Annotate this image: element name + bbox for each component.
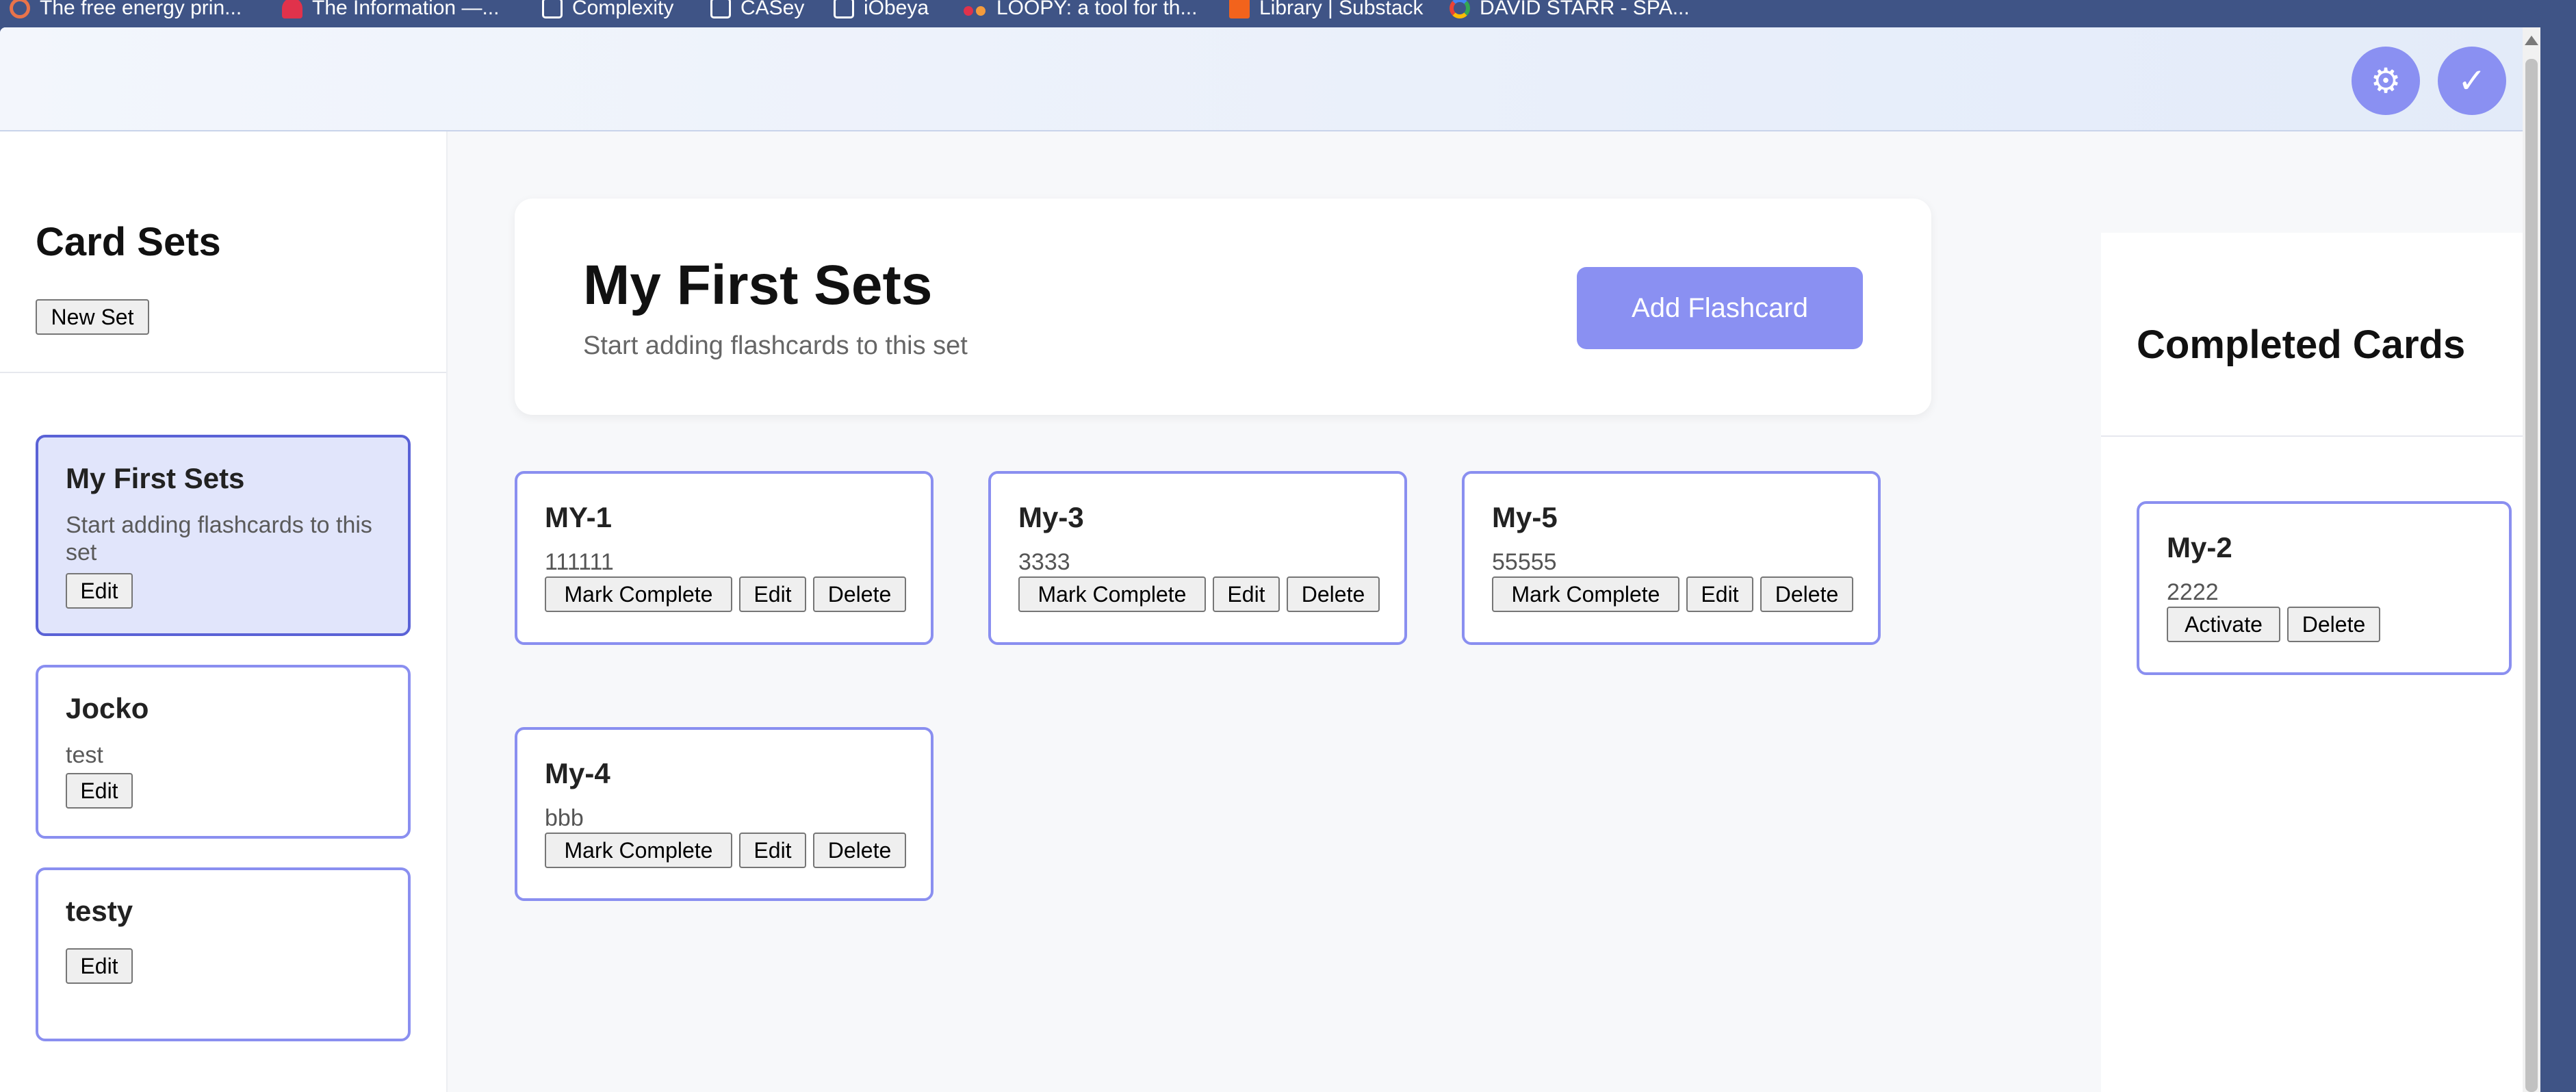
divider — [0, 372, 446, 373]
flashcard-body: 111111 — [545, 549, 614, 575]
folder-icon — [834, 0, 854, 18]
browser-edge — [2540, 0, 2576, 1092]
new-set-button[interactable]: New Set — [36, 299, 149, 335]
gear-icon: ⚙ — [2370, 62, 2401, 100]
set-description: test — [66, 742, 103, 768]
loopy-icon — [964, 0, 987, 18]
complete-view-button[interactable]: ✓ — [2438, 47, 2506, 115]
set-name: Jocko — [66, 692, 149, 724]
bookmarks-bar: The free energy prin... The Information … — [0, 0, 2576, 26]
edit-set-button[interactable]: Edit — [66, 573, 133, 609]
bookmark-label: iObeya — [864, 0, 929, 19]
app-window: ⚙ ✓ Card Sets New Set My First Sets Star… — [0, 27, 2523, 1092]
add-flashcard-button[interactable]: Add Flashcard — [1577, 267, 1863, 349]
flashcard-title: My-3 — [1018, 501, 1084, 533]
bookmark-label: Complexity — [572, 0, 674, 19]
scroll-up-icon[interactable] — [2525, 36, 2538, 45]
circle-icon — [10, 0, 30, 18]
set-item-my-first-sets[interactable]: My First Sets Start adding flashcards to… — [36, 435, 411, 636]
bookmark-label: CASey — [740, 0, 805, 19]
delete-button[interactable]: Delete — [813, 576, 906, 612]
page-title: My First Sets — [583, 254, 933, 316]
person-icon — [282, 0, 302, 18]
completed-panel: Completed Cards My-2 2222 Activate Delet… — [2101, 233, 2523, 1092]
set-description: Start adding flashcards to this set — [583, 331, 968, 360]
set-description: Start adding flashcards to this set — [66, 512, 372, 566]
bookmark-loopy[interactable]: LOOPY: a tool for th... — [964, 0, 1197, 22]
bookmark-icon — [1229, 0, 1250, 18]
bookmark-library-substack[interactable]: Library | Substack — [1229, 0, 1424, 22]
bookmark-free-energy[interactable]: The free energy prin... — [10, 0, 242, 22]
edit-button[interactable]: Edit — [739, 576, 806, 612]
edit-button[interactable]: Edit — [739, 833, 806, 868]
delete-button[interactable]: Delete — [1287, 576, 1380, 612]
sidebar-title: Card Sets — [36, 220, 221, 264]
google-icon — [1450, 0, 1470, 18]
flashcard-body: 2222 — [2167, 579, 2219, 605]
completed-card: My-2 2222 Activate Delete — [2137, 501, 2512, 675]
folder-icon — [542, 0, 563, 18]
set-item-jocko[interactable]: Jocko test Edit — [36, 665, 411, 839]
flashcard: MY-1 111111 Mark Complete Edit Delete — [515, 471, 933, 645]
top-bar: ⚙ ✓ — [0, 27, 2523, 131]
flashcard-title: My-5 — [1492, 501, 1558, 533]
page-scrollbar[interactable] — [2523, 27, 2540, 1092]
bookmark-label: The free energy prin... — [40, 0, 242, 19]
scrollbar-thumb[interactable] — [2525, 59, 2538, 1092]
delete-button[interactable]: Delete — [2287, 607, 2380, 642]
settings-button[interactable]: ⚙ — [2352, 47, 2420, 115]
divider — [2101, 435, 2523, 437]
flashcard-title: My-4 — [545, 757, 610, 789]
flashcard: My-4 bbb Mark Complete Edit Delete — [515, 727, 933, 901]
completed-title: Completed Cards — [2137, 322, 2466, 367]
bookmark-david-starr[interactable]: DAVID STARR - SPA... — [1450, 0, 1690, 22]
set-name: testy — [66, 895, 133, 927]
mark-complete-button[interactable]: Mark Complete — [1492, 576, 1679, 612]
mark-complete-button[interactable]: Mark Complete — [545, 833, 732, 868]
flashcard-title: My-2 — [2167, 531, 2232, 563]
set-header-card: My First Sets Start adding flashcards to… — [515, 199, 1931, 415]
flashcard-body: 55555 — [1492, 549, 1557, 575]
delete-button[interactable]: Delete — [1760, 576, 1853, 612]
bookmark-label: LOOPY: a tool for th... — [996, 0, 1198, 19]
bookmark-complexity[interactable]: Complexity — [542, 0, 673, 22]
bookmark-the-information[interactable]: The Information —... — [282, 0, 499, 22]
bookmark-casey[interactable]: CASey — [710, 0, 804, 22]
set-item-testy[interactable]: testy Edit — [36, 867, 411, 1041]
mark-complete-button[interactable]: Mark Complete — [1018, 576, 1206, 612]
mark-complete-button[interactable]: Mark Complete — [545, 576, 732, 612]
edit-set-button[interactable]: Edit — [66, 773, 133, 809]
bookmark-iobeya[interactable]: iObeya — [834, 0, 929, 22]
flashcard-body: 3333 — [1018, 549, 1070, 575]
edit-set-button[interactable]: Edit — [66, 948, 133, 984]
flashcard-title: MY-1 — [545, 501, 613, 533]
folder-icon — [710, 0, 731, 18]
edit-button[interactable]: Edit — [1686, 576, 1753, 612]
flashcard: My-5 55555 Mark Complete Edit Delete — [1462, 471, 1881, 645]
activate-button[interactable]: Activate — [2167, 607, 2280, 642]
set-name: My First Sets — [66, 462, 245, 494]
delete-button[interactable]: Delete — [813, 833, 906, 868]
check-icon: ✓ — [2458, 62, 2486, 100]
bookmark-label: DAVID STARR - SPA... — [1480, 0, 1690, 19]
flashcard-body: bbb — [545, 805, 584, 831]
flashcard: My-3 3333 Mark Complete Edit Delete — [988, 471, 1407, 645]
sidebar: Card Sets New Set My First Sets Start ad… — [0, 131, 448, 1092]
edit-button[interactable]: Edit — [1213, 576, 1280, 612]
bookmark-label: The Information —... — [312, 0, 500, 19]
bookmark-label: Library | Substack — [1259, 0, 1424, 19]
